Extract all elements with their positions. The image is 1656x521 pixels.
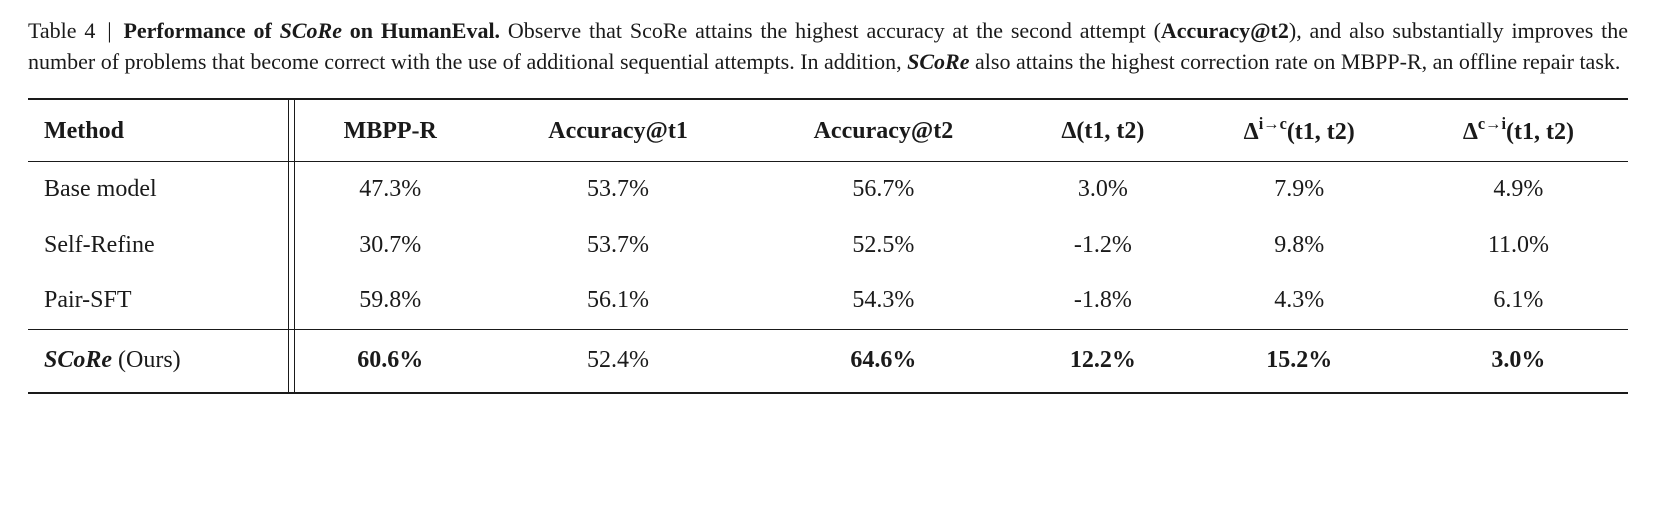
cell-delta: -1.2% [1016,218,1190,274]
table-header-row: Method MBPP-R Accuracy@t1 Accuracy@t2 Δ(… [28,99,1628,162]
cell-delta-ci: 4.9% [1409,162,1628,218]
cell-delta-ci: 3.0% [1409,329,1628,392]
cell-acc-t2: 54.3% [751,273,1016,329]
col-acc-t2: Accuracy@t2 [751,99,1016,162]
cell-delta-ic: 4.3% [1190,273,1409,329]
cell-mbpp-r: 59.8% [295,273,485,329]
cell-delta-ci: 6.1% [1409,273,1628,329]
table-row: SCoRe (Ours) 60.6% 52.4% 64.6% 12.2% 15.… [28,329,1628,392]
table-row: Base model 47.3% 53.7% 56.7% 3.0% 7.9% 4… [28,162,1628,218]
caption-model-again: SCoRe [907,49,969,74]
cell-mbpp-r: 60.6% [295,329,485,392]
table-label: Table 4 [28,18,95,43]
cell-delta-ic: 9.8% [1190,218,1409,274]
cell-mbpp-r: 47.3% [295,162,485,218]
cell-acc-t1: 53.7% [485,218,750,274]
col-acc-t1: Accuracy@t1 [485,99,750,162]
caption-separator: | [107,18,111,43]
cell-mbpp-r: 30.7% [295,218,485,274]
results-table: Method MBPP-R Accuracy@t1 Accuracy@t2 Δ(… [28,98,1628,394]
cell-acc-t2: 64.6% [751,329,1016,392]
cell-acc-t1: 52.4% [485,329,750,392]
cell-delta: -1.8% [1016,273,1190,329]
cell-delta-ci: 11.0% [1409,218,1628,274]
caption-title: Performance of SCoRe on HumanEval. [123,18,500,43]
col-method: Method [28,99,295,162]
cell-delta: 3.0% [1016,162,1190,218]
col-delta-ic: Δi→c(t1, t2) [1190,99,1409,162]
cell-delta: 12.2% [1016,329,1190,392]
col-delta: Δ(t1, t2) [1016,99,1190,162]
cell-acc-t2: 56.7% [751,162,1016,218]
cell-method: Pair-SFT [28,273,295,329]
caption-acc-t2: Accuracy@t2 [1161,18,1289,43]
cell-method: Base model [28,162,295,218]
cell-acc-t1: 53.7% [485,162,750,218]
cell-method: Self-Refine [28,218,295,274]
cell-method: SCoRe (Ours) [28,329,295,392]
col-mbpp-r: MBPP-R [295,99,485,162]
col-delta-ci: Δc→i(t1, t2) [1409,99,1628,162]
caption-body-1: Observe that ScoRe attains the highest a… [500,18,1161,43]
cell-acc-t1: 56.1% [485,273,750,329]
cell-acc-t2: 52.5% [751,218,1016,274]
cell-delta-ic: 15.2% [1190,329,1409,392]
caption-body-3: also attains the highest correction rate… [970,49,1621,74]
table-row: Self-Refine 30.7% 53.7% 52.5% -1.2% 9.8%… [28,218,1628,274]
table-caption: Table 4 | Performance of SCoRe on HumanE… [28,16,1628,78]
table-row: Pair-SFT 59.8% 56.1% 54.3% -1.8% 4.3% 6.… [28,273,1628,329]
cell-delta-ic: 7.9% [1190,162,1409,218]
